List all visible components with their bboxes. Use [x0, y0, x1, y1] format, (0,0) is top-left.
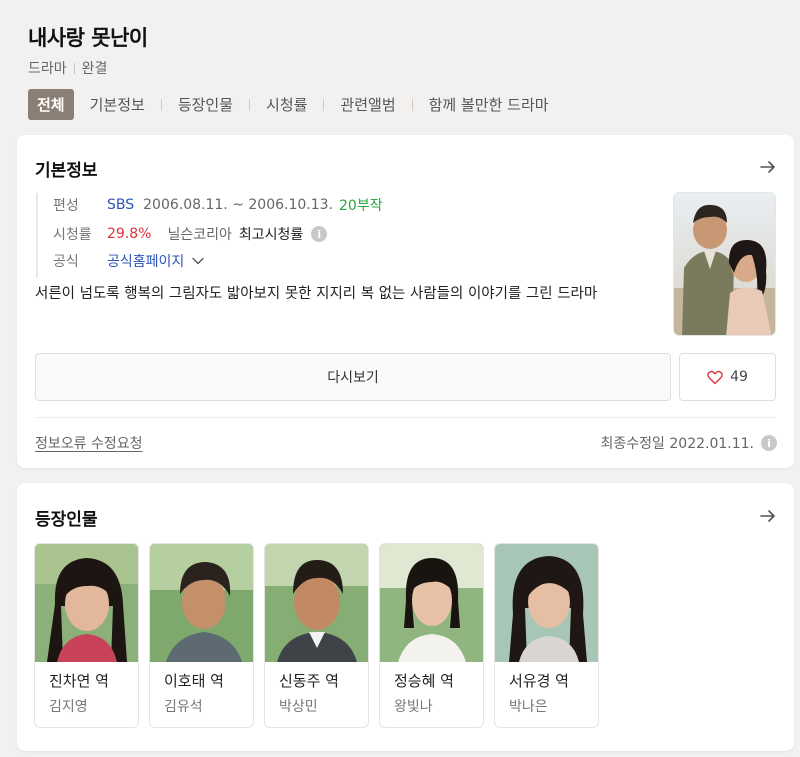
genre-label: 드라마: [28, 61, 67, 77]
tab-recommended[interactable]: 함께 볼만한 드라마: [429, 89, 549, 120]
arrow-right-icon[interactable]: [759, 158, 777, 176]
report-error-link[interactable]: 정보오류 수정요청: [35, 433, 143, 453]
like-button[interactable]: 49: [679, 353, 776, 401]
tab-divider: [411, 98, 413, 111]
cast-photo: [150, 544, 253, 662]
cast-actor: 왕빛나: [394, 699, 433, 715]
card-divider: [35, 417, 776, 418]
cast-actor: 김지영: [49, 699, 88, 715]
tab-cast[interactable]: 등장인물: [178, 89, 233, 120]
cast-list: 진차연 역 김지영 이호태 역 김유석 신동주 역 박상민 정승혜 역 왕빛나 …: [34, 543, 609, 728]
cast-photo: [35, 544, 138, 662]
basic-info-title: 기본정보: [35, 161, 98, 181]
channel-link[interactable]: SBS: [107, 197, 134, 213]
cast-role: 이호태 역: [164, 672, 224, 690]
cast-photo: [380, 544, 483, 662]
rating-desc: 최고시청률: [238, 227, 304, 243]
tab-bar: 전체 기본정보 등장인물 시청률 관련앨범 함께 볼만한 드라마: [28, 89, 549, 120]
heart-icon: [707, 370, 723, 384]
official-row: 공식 공식홈페이지: [53, 251, 204, 271]
drama-header: 내사랑 못난이 드라마 완결 전체 기본정보 등장인물 시청률 관련앨범 함께 …: [0, 0, 800, 124]
cast-member[interactable]: 서유경 역 박나은: [494, 543, 599, 728]
cast-role: 정승혜 역: [394, 672, 454, 690]
info-icon[interactable]: i: [761, 435, 777, 451]
cast-member[interactable]: 이호태 역 김유석: [149, 543, 254, 728]
info-divider: [36, 193, 38, 278]
cast-member[interactable]: 진차연 역 김지영: [34, 543, 139, 728]
cast-photo: [265, 544, 368, 662]
cast-role: 서유경 역: [509, 672, 569, 690]
drama-poster[interactable]: [673, 192, 776, 336]
info-icon[interactable]: i: [311, 226, 328, 242]
cast-photo: [495, 544, 598, 662]
tab-divider: [160, 98, 162, 111]
arrow-right-icon[interactable]: [759, 507, 777, 525]
official-label: 공식: [53, 254, 79, 270]
last-updated-text: 최종수정일 2022.01.11.: [600, 436, 754, 452]
broadcast-period: 2006.08.11. ~ 2006.10.13.: [143, 197, 333, 213]
rating-source: 닐슨코리아: [167, 227, 232, 243]
tab-all[interactable]: 전체: [28, 89, 74, 120]
cast-actor: 김유석: [164, 699, 203, 715]
cast-member[interactable]: 신동주 역 박상민: [264, 543, 369, 728]
tab-divider: [249, 98, 251, 111]
cast-title: 등장인물: [35, 510, 98, 530]
broadcast-row: 편성 SBS 2006.08.11. ~ 2006.10.13. 20부작: [53, 195, 383, 215]
status-label: 완결: [81, 61, 108, 77]
tab-ratings[interactable]: 시청률: [266, 89, 307, 120]
cast-role: 진차연 역: [49, 672, 109, 690]
rating-row: 시청률 29.8% 닐슨코리아 최고시청률 i: [53, 224, 328, 244]
cast-role: 신동주 역: [279, 672, 339, 690]
tab-albums[interactable]: 관련앨범: [340, 89, 395, 120]
rating-label: 시청률: [53, 227, 92, 243]
last-updated: 최종수정일 2022.01.11. i: [601, 433, 777, 453]
official-homepage-link[interactable]: 공식홈페이지: [107, 251, 184, 271]
drama-title: 내사랑 못난이: [28, 26, 148, 50]
tab-divider: [323, 98, 325, 111]
broadcast-label: 편성: [53, 198, 79, 214]
meta-divider: [73, 62, 75, 74]
cast-actor: 박상민: [279, 699, 318, 715]
chevron-down-icon[interactable]: [192, 257, 204, 265]
drama-meta: 드라마 완결: [28, 58, 107, 78]
rewatch-button[interactable]: 다시보기: [35, 353, 671, 401]
cast-actor: 박나은: [509, 699, 548, 715]
drama-description: 서른이 넘도록 행복의 그림자도 밟아보지 못한 지지리 복 없는 사람들의 이…: [35, 286, 598, 302]
like-count: 49: [730, 369, 748, 385]
tab-basic-info[interactable]: 기본정보: [90, 89, 145, 120]
poster-image: [674, 193, 775, 335]
basic-info-card: 기본정보 편성 SBS 2006.08.11. ~ 2006.10.13. 20…: [17, 135, 794, 468]
cast-member[interactable]: 정승혜 역 왕빛나: [379, 543, 484, 728]
cast-card: 등장인물 진차연 역 김지영 이호태 역 김유석 신동주 역 박상민 정승혜 역…: [17, 483, 794, 751]
rating-value: 29.8%: [107, 226, 152, 242]
episode-count: 20부작: [339, 198, 383, 214]
